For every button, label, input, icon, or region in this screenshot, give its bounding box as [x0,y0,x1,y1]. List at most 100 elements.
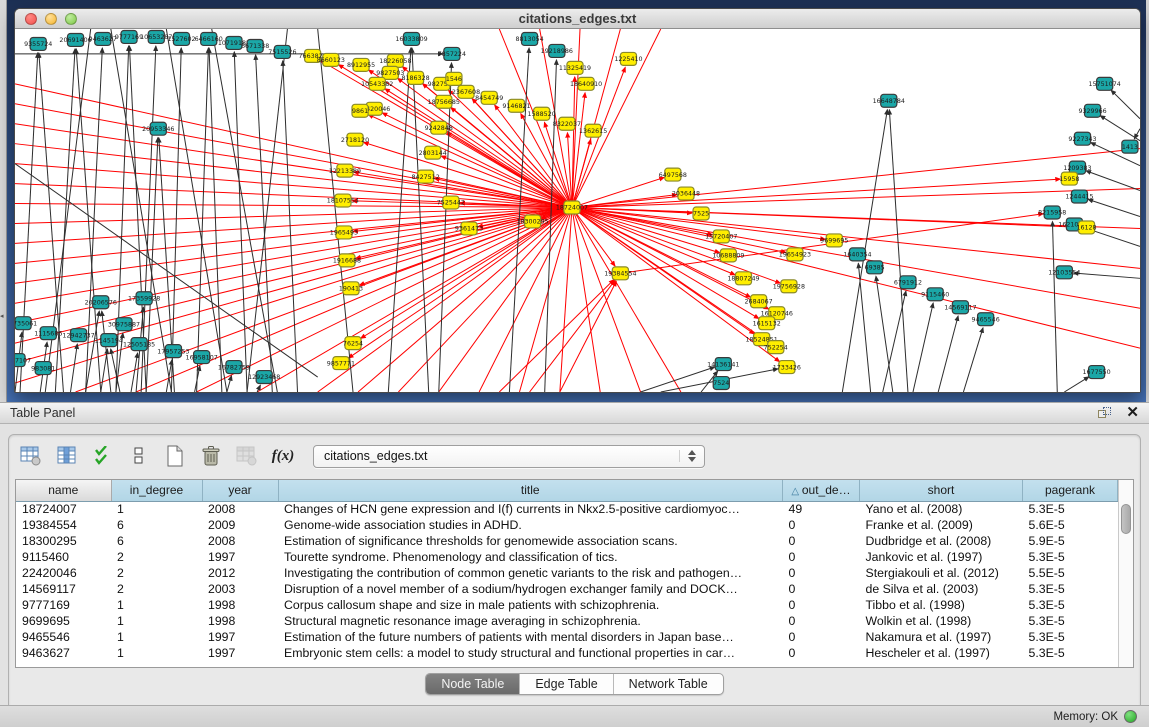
table-cell[interactable]: 1997 [202,549,278,565]
table-cell[interactable]: 5.3E-5 [1023,629,1118,645]
table-cell[interactable]: Estimation of the future numbers of pati… [278,629,783,645]
column-header-in-degree[interactable]: in_degree [111,480,202,501]
graph-edge-selected[interactable] [572,208,1140,349]
graph-edge-selected[interactable] [499,280,614,392]
graph-edge-selected[interactable] [560,281,616,392]
table-cell[interactable]: Corpus callosum shape and size in male p… [278,597,783,613]
table-row[interactable]: 969969511998Structural magnetic resonanc… [16,613,1118,629]
column-header-name[interactable]: name [16,480,111,501]
table-cell[interactable]: 9463627 [16,645,111,661]
table-cell[interactable]: 5.3E-5 [1023,501,1118,517]
table-row[interactable]: 946554611997Estimation of the future num… [16,629,1118,645]
collapse-arrow-icon[interactable]: ◂ [0,313,4,320]
panel-collapse-gutter[interactable]: ◂ [0,0,7,402]
graph-edge[interactable] [938,316,958,392]
tab-edge-table[interactable]: Edge Table [519,674,612,694]
table-cell[interactable]: Yano et al. (2008) [860,501,1023,517]
table-cell[interactable]: 2003 [202,581,278,597]
table-cell[interactable]: 2 [111,565,202,581]
table-cell[interactable]: 1 [111,597,202,613]
table-cell[interactable]: 1998 [202,613,278,629]
graph-edge[interactable] [913,303,933,392]
graph-edge[interactable] [1100,116,1140,141]
table-row[interactable]: 1872400712008Changes of HCN gene express… [16,501,1118,517]
close-panel-icon[interactable]: ✕ [1126,406,1139,420]
graph-edge-selected[interactable] [560,208,572,392]
table-cell[interactable]: Stergiakouli et al. (2012) [860,565,1023,581]
table-cell[interactable]: 0 [783,549,860,565]
table-cell[interactable]: 18724007 [16,501,111,517]
table-cell[interactable]: 2 [111,549,202,565]
table-cell[interactable]: 19384554 [16,517,111,533]
window-titlebar[interactable]: citations_edges.txt [15,9,1140,29]
table-cell[interactable]: 1998 [202,597,278,613]
column-header-year[interactable]: year [202,480,278,501]
table-cell[interactable]: 2008 [202,501,278,517]
graph-edge-selected[interactable] [572,208,641,392]
minimize-traffic-light-button[interactable] [45,13,57,25]
table-row[interactable]: 911546021997Tourette syndrome. Phenomeno… [16,549,1118,565]
column-header-short[interactable]: short [860,480,1023,501]
table-cell[interactable]: 18300295 [16,533,111,549]
table-cell[interactable]: 0 [783,597,860,613]
graph-edge[interactable] [876,276,893,392]
graph-edge-selected[interactable] [15,164,572,208]
table-cell[interactable]: 5.3E-5 [1023,645,1118,661]
graph-edge-selected[interactable] [472,98,572,207]
table-cell[interactable]: Genome-wide association studies in ADHD. [278,517,783,533]
table-cell[interactable]: 0 [783,565,860,581]
graph-edge[interactable] [70,344,77,392]
tab-network-table[interactable]: Network Table [613,674,723,694]
table-cell[interactable]: 5.3E-5 [1023,613,1118,629]
table-cell[interactable]: 14569117 [16,581,111,597]
table-cell[interactable]: 1997 [202,629,278,645]
memory-ok-indicator-icon[interactable] [1124,710,1137,723]
graph-edge-selected[interactable] [15,144,572,208]
graph-edge[interactable] [227,376,232,392]
delete-column-icon[interactable] [199,444,223,468]
table-cell[interactable]: Estimation of significance thresholds fo… [278,533,783,549]
graph-edge[interactable] [1064,377,1089,392]
create-column-icon[interactable] [163,444,187,468]
table-cell[interactable]: 1 [111,613,202,629]
show-columns-icon[interactable] [55,444,79,468]
graph-edge[interactable] [1111,90,1140,119]
table-cell[interactable]: Investigating the contribution of common… [278,565,783,581]
table-cell[interactable]: 5.3E-5 [1023,597,1118,613]
graph-edge[interactable] [1086,171,1140,191]
graph-edge-selected[interactable] [572,208,600,392]
column-header-title[interactable]: title [278,480,783,501]
table-row[interactable]: 946362711997Embryonic stem cells: a mode… [16,645,1118,661]
table-cell[interactable]: 9699695 [16,613,111,629]
table-cell[interactable]: 0 [783,581,860,597]
table-cell[interactable]: Disruption of a novel member of a sodium… [278,581,783,597]
zoom-traffic-light-button[interactable] [65,13,77,25]
table-cell[interactable]: 0 [783,517,860,533]
table-cell[interactable]: Structural magnetic resonance image aver… [278,613,783,629]
column-header-pagerank[interactable]: pagerank [1023,480,1118,501]
column-header-out-de-[interactable]: △ out_de… [783,480,860,501]
graph-edge[interactable] [1134,129,1140,139]
table-cell[interactable]: Changes of HCN gene expression and I(f) … [278,501,783,517]
table-cell[interactable]: 2012 [202,565,278,581]
table-cell[interactable]: Jankovic et al. (1997) [860,549,1023,565]
table-cell[interactable]: de Silva et al. (2003) [860,581,1023,597]
table-cell[interactable]: 9465546 [16,629,111,645]
table-cell[interactable]: 2009 [202,517,278,533]
graph-edge-selected[interactable] [530,280,615,392]
graph-edge[interactable] [1052,221,1057,392]
table-selector-dropdown[interactable]: citations_edges.txt [313,445,705,468]
table-cell[interactable]: 6 [111,517,202,533]
row-height-icon[interactable] [127,444,151,468]
table-cell[interactable]: 5.3E-5 [1023,581,1118,597]
table-cell[interactable]: 5.6E-5 [1023,517,1118,533]
table-row[interactable]: 1456911722003Disruption of a novel membe… [16,581,1118,597]
table-cell[interactable]: 5.5E-5 [1023,565,1118,581]
graph-edge[interactable] [234,52,247,392]
table-scrollbar[interactable] [1118,480,1133,667]
table-cell[interactable]: 49 [783,501,860,517]
table-cell[interactable]: 1 [111,501,202,517]
graph-edge-selected[interactable] [572,149,1140,208]
table-cell[interactable]: Wolkin et al. (1998) [860,613,1023,629]
network-canvas[interactable]: 1872400789129551822605898275031054338281… [15,29,1140,392]
